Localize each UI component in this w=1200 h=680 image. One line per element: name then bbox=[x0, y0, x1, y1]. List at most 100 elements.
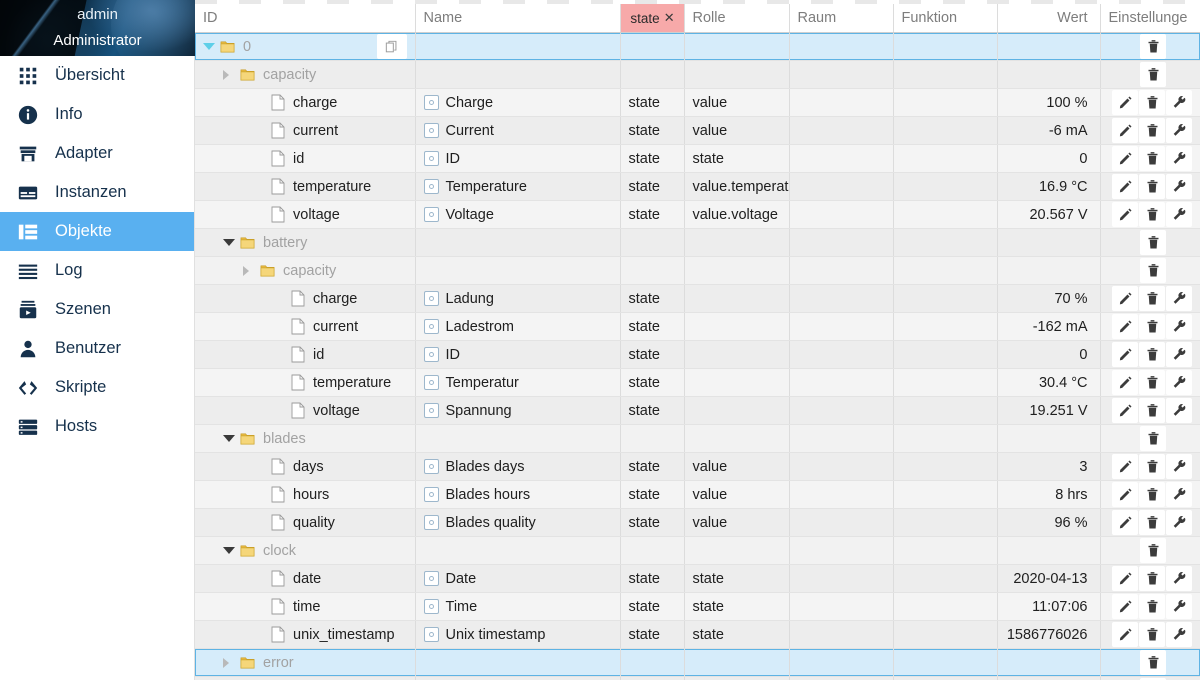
cell-value[interactable]: 20.567 V bbox=[997, 200, 1101, 229]
settings-button[interactable] bbox=[1166, 398, 1192, 423]
edit-button[interactable] bbox=[1112, 286, 1138, 311]
cell-function[interactable] bbox=[893, 144, 998, 173]
edit-button[interactable] bbox=[1112, 314, 1138, 339]
table-row[interactable]: quality Blades quality state value 96 % bbox=[195, 508, 1200, 537]
cell-value[interactable] bbox=[997, 60, 1101, 89]
cell-name[interactable]: Spannung bbox=[415, 396, 621, 425]
table-row[interactable]: temperature Temperatur state 30.4 °C bbox=[195, 368, 1200, 397]
cell-value[interactable]: 8 hrs bbox=[997, 480, 1101, 509]
cell-id[interactable]: voltage bbox=[195, 200, 416, 229]
cell-name[interactable]: Blades quality bbox=[415, 508, 621, 537]
table-row[interactable]: clock bbox=[195, 536, 1200, 565]
delete-button[interactable] bbox=[1140, 62, 1166, 87]
cell-type[interactable]: state bbox=[620, 368, 685, 397]
settings-button[interactable] bbox=[1166, 510, 1192, 535]
cell-function[interactable] bbox=[893, 340, 998, 369]
cell-name[interactable] bbox=[415, 256, 621, 285]
cell-id[interactable]: temperature bbox=[195, 368, 416, 397]
delete-button[interactable] bbox=[1139, 314, 1165, 339]
cell-id[interactable]: clock bbox=[195, 536, 416, 565]
cell-value[interactable] bbox=[997, 256, 1101, 285]
cell-function[interactable] bbox=[893, 424, 998, 453]
cell-type[interactable]: state bbox=[620, 284, 685, 313]
cell-type[interactable]: state bbox=[620, 396, 685, 425]
cell-name[interactable]: ID bbox=[415, 144, 621, 173]
cell-function[interactable] bbox=[893, 88, 998, 117]
table-row[interactable]: 0 bbox=[195, 32, 1200, 61]
cell-role[interactable]: value bbox=[684, 480, 790, 509]
cell-name[interactable]: Temperature bbox=[415, 172, 621, 201]
cell-type[interactable]: state bbox=[620, 88, 685, 117]
delete-button[interactable] bbox=[1139, 566, 1165, 591]
sidebar-item-adapter[interactable]: Adapter bbox=[0, 134, 194, 173]
delete-button[interactable] bbox=[1140, 650, 1166, 675]
table-row[interactable]: current Ladestrom state -162 mA bbox=[195, 312, 1200, 341]
cell-role[interactable] bbox=[684, 396, 790, 425]
cell-type[interactable] bbox=[620, 228, 685, 257]
cell-name[interactable]: Ladestrom bbox=[415, 312, 621, 341]
expand-triangle-closed-icon[interactable] bbox=[223, 69, 237, 80]
cell-role[interactable]: state bbox=[684, 592, 790, 621]
cell-room[interactable] bbox=[789, 368, 894, 397]
cell-name[interactable]: Temperatur bbox=[415, 368, 621, 397]
table-row[interactable]: time Time state state 11:07:06 bbox=[195, 592, 1200, 621]
settings-button[interactable] bbox=[1166, 370, 1192, 395]
table-row[interactable]: capacity bbox=[195, 256, 1200, 285]
cell-type[interactable]: state bbox=[620, 172, 685, 201]
sidebar-item-hosts[interactable]: Hosts bbox=[0, 407, 194, 446]
settings-button[interactable] bbox=[1166, 118, 1192, 143]
cell-name[interactable] bbox=[415, 60, 621, 89]
cell-id[interactable]: extension bbox=[195, 676, 416, 680]
expand-triangle-open-icon[interactable] bbox=[223, 239, 237, 246]
cell-value[interactable]: 30.4 °C bbox=[997, 368, 1101, 397]
cell-function[interactable] bbox=[893, 368, 998, 397]
cell-type[interactable] bbox=[620, 60, 685, 89]
expand-triangle-open-icon[interactable] bbox=[203, 43, 217, 50]
cell-function[interactable] bbox=[893, 200, 998, 229]
table-row[interactable]: charge Charge state value 100 % bbox=[195, 88, 1200, 117]
cell-type[interactable] bbox=[620, 256, 685, 285]
edit-button[interactable] bbox=[1112, 90, 1138, 115]
cell-name[interactable] bbox=[415, 228, 621, 257]
delete-button[interactable] bbox=[1139, 342, 1165, 367]
cell-function[interactable] bbox=[893, 396, 998, 425]
delete-button[interactable] bbox=[1139, 398, 1165, 423]
cell-value[interactable]: 100 % bbox=[997, 88, 1101, 117]
settings-button[interactable] bbox=[1166, 314, 1192, 339]
edit-button[interactable] bbox=[1112, 202, 1138, 227]
cell-id[interactable]: blades bbox=[195, 424, 416, 453]
cell-id[interactable]: hours bbox=[195, 480, 416, 509]
cell-name[interactable]: Time bbox=[415, 592, 621, 621]
column-header-name[interactable]: Name bbox=[415, 4, 621, 33]
cell-room[interactable] bbox=[789, 116, 894, 145]
cell-id[interactable]: capacity bbox=[195, 256, 416, 285]
settings-button[interactable] bbox=[1166, 622, 1192, 647]
cell-role[interactable]: state bbox=[684, 620, 790, 649]
expand-triangle-closed-icon[interactable] bbox=[243, 265, 257, 276]
cell-value[interactable] bbox=[997, 228, 1101, 257]
cell-room[interactable] bbox=[789, 648, 894, 677]
delete-button[interactable] bbox=[1139, 202, 1165, 227]
delete-button[interactable] bbox=[1140, 34, 1166, 59]
cell-function[interactable] bbox=[893, 620, 998, 649]
cell-type[interactable] bbox=[620, 536, 685, 565]
settings-button[interactable] bbox=[1166, 482, 1192, 507]
cell-function[interactable] bbox=[893, 536, 998, 565]
cell-function[interactable] bbox=[893, 116, 998, 145]
cell-function[interactable] bbox=[893, 508, 998, 537]
cell-name[interactable] bbox=[415, 536, 621, 565]
cell-function[interactable] bbox=[893, 172, 998, 201]
delete-button[interactable] bbox=[1140, 230, 1166, 255]
cell-role[interactable]: value bbox=[684, 88, 790, 117]
cell-role[interactable] bbox=[684, 284, 790, 313]
cell-name[interactable] bbox=[415, 676, 621, 680]
cell-type[interactable]: state bbox=[620, 340, 685, 369]
filter-chip-close-icon[interactable]: ✕ bbox=[664, 10, 675, 26]
cell-value[interactable]: 11:07:06 bbox=[997, 592, 1101, 621]
edit-button[interactable] bbox=[1112, 398, 1138, 423]
cell-room[interactable] bbox=[789, 592, 894, 621]
filter-chip-type[interactable]: state ✕ bbox=[620, 4, 683, 32]
expand-triangle-open-icon[interactable] bbox=[223, 435, 237, 442]
cell-id[interactable]: quality bbox=[195, 508, 416, 537]
cell-function[interactable] bbox=[893, 256, 998, 285]
